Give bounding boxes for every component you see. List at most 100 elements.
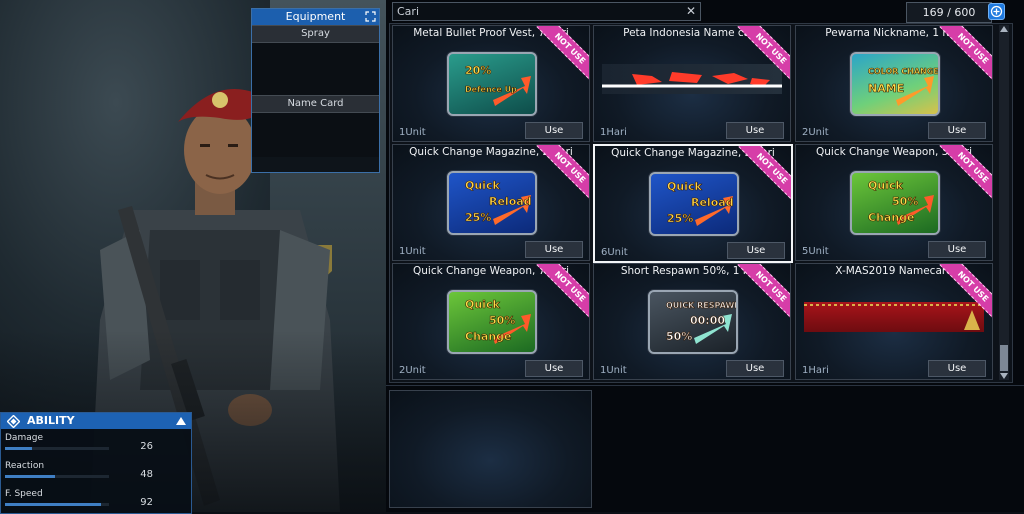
expand-icon[interactable]	[365, 11, 376, 22]
item-quantity: 2Unit	[802, 127, 829, 138]
svg-text:00:00: 00:00	[690, 314, 725, 327]
xmas-tree-icon	[804, 304, 984, 330]
use-button[interactable]: Use	[525, 360, 583, 377]
icon-art: Quick Reload 25%	[465, 179, 532, 225]
item-quantity: 5Unit	[802, 246, 829, 257]
svg-text:NAME: NAME	[868, 82, 904, 95]
ability-diamond-icon	[7, 415, 20, 428]
spray-slot-header: Spray	[252, 25, 379, 43]
ability-header[interactable]: ABILITY	[1, 413, 191, 429]
quick-change-weapon-icon: Quick 50% Change	[447, 290, 537, 354]
add-slot-button[interactable]	[988, 3, 1005, 20]
svg-text:Quick: Quick	[465, 179, 500, 192]
scroll-down-icon[interactable]	[999, 372, 1009, 380]
stat-fire-speed: F. Speed 92	[1, 485, 191, 513]
stat-bar-fill	[5, 503, 101, 506]
item-quantity: 1Hari	[802, 365, 829, 376]
svg-text:Change: Change	[868, 211, 915, 224]
name-card-slot-header: Name Card	[252, 95, 379, 113]
svg-text:Defence Up: Defence Up	[465, 85, 517, 94]
item-card[interactable]: Quick Change Magazine, 2 hari Quick Reload…	[392, 144, 590, 261]
quick-respawn-icon: QUICK RESPAWN 00:00 50%	[648, 290, 738, 354]
equipment-header: Equipment	[252, 9, 379, 25]
svg-text:Change: Change	[465, 330, 512, 343]
name-card-slot-label: Name Card	[287, 98, 344, 109]
equipment-title: Equipment	[285, 10, 346, 23]
use-button[interactable]: Use	[726, 360, 784, 377]
item-card[interactable]: Quick Change Magazine, 3 hari Quick Reload…	[593, 144, 793, 263]
icon-art: Quick Reload 25%	[667, 180, 734, 226]
scroll-up-icon[interactable]	[999, 25, 1009, 33]
item-card[interactable]: Peta Indonesia Name card NOT USE 1Hari Use	[593, 25, 791, 142]
stat-bar-fill	[5, 475, 55, 478]
map-shape-icon	[602, 72, 782, 88]
svg-text:Quick: Quick	[667, 180, 702, 193]
svg-text:25%: 25%	[667, 212, 693, 225]
svg-text:Reload: Reload	[691, 196, 734, 209]
search-input[interactable]: Cari ✕	[392, 2, 701, 21]
svg-text:Reload: Reload	[489, 195, 532, 208]
item-card[interactable]: Quick Change Weapon, 3 hari Quick 50% Chang…	[795, 144, 993, 261]
use-button[interactable]: Use	[525, 122, 583, 139]
item-quantity: 6Unit	[601, 247, 628, 258]
svg-text:50%: 50%	[489, 314, 515, 327]
item-preview-slot	[389, 390, 592, 508]
item-card[interactable]: Quick Change Weapon, 7 hari Quick 50% Chang…	[392, 263, 590, 380]
stat-bar-fill	[5, 447, 33, 450]
name-card-slot[interactable]	[252, 113, 379, 157]
collapse-arrow-icon[interactable]	[176, 417, 186, 425]
use-button[interactable]: Use	[928, 241, 986, 258]
inventory-panel: Cari ✕ 169 / 600 Metal Bullet Proof Vest…	[386, 0, 1024, 512]
svg-text:50%: 50%	[666, 330, 692, 343]
item-grid: Metal Bullet Proof Vest, 7 hari 20% Defenc…	[389, 23, 1013, 383]
icon-art: 20% Defence Up	[465, 64, 531, 106]
stat-label: F. Speed	[5, 489, 43, 499]
indonesia-map-namecard-icon	[602, 64, 782, 94]
item-quantity: 1Unit	[399, 127, 426, 138]
scroll-thumb[interactable]	[1000, 345, 1008, 371]
stat-value: 92	[140, 497, 153, 508]
inventory-counter: 169 / 600	[906, 2, 992, 23]
use-button[interactable]: Use	[928, 360, 986, 377]
stat-value: 48	[140, 469, 153, 480]
icon-art: Quick 50% Change	[868, 179, 934, 225]
item-card[interactable]: X-MAS2019 Namecard NOT USE 1Hari Use	[795, 263, 993, 380]
svg-text:25%: 25%	[465, 211, 491, 224]
defence-up-icon: 20% Defence Up	[447, 52, 537, 116]
item-card[interactable]: Short Respawn 50%, 1 hari QUICK RESPAWN 00…	[593, 263, 791, 380]
clear-search-icon[interactable]: ✕	[686, 4, 696, 18]
svg-text:20%: 20%	[465, 64, 491, 77]
spray-slot-label: Spray	[301, 28, 330, 39]
ability-panel: ABILITY Damage 26 Reaction 48 F. Speed 9…	[0, 412, 192, 514]
search-text: Cari	[397, 5, 419, 18]
stat-damage: Damage 26	[1, 429, 191, 457]
divider	[386, 385, 1024, 386]
svg-text:COLOR CHANGE: COLOR CHANGE	[868, 67, 938, 76]
svg-text:QUICK RESPAWN: QUICK RESPAWN	[666, 301, 736, 310]
stat-value: 26	[140, 441, 153, 452]
svg-text:Quick: Quick	[465, 298, 500, 311]
use-button[interactable]: Use	[928, 122, 986, 139]
quick-reload-icon: Quick Reload 25%	[649, 172, 739, 236]
item-grid-scrollbar[interactable]	[999, 25, 1009, 380]
stat-reaction: Reaction 48	[1, 457, 191, 485]
item-card[interactable]: Pewarna Nickname, 1 hari COLOR CHANGE NAME…	[795, 25, 993, 142]
item-card[interactable]: Metal Bullet Proof Vest, 7 hari 20% Defenc…	[392, 25, 590, 142]
stat-label: Reaction	[5, 461, 45, 471]
item-quantity: 1Unit	[600, 365, 627, 376]
icon-art: Quick 50% Change	[465, 298, 531, 344]
item-quantity: 1Hari	[600, 127, 627, 138]
spray-slot[interactable]	[252, 43, 379, 95]
use-button[interactable]: Use	[726, 122, 784, 139]
xmas-namecard-icon	[804, 302, 984, 332]
use-button[interactable]: Use	[727, 242, 785, 259]
icon-art: COLOR CHANGE NAME	[868, 67, 938, 106]
quick-change-weapon-icon: Quick 50% Change	[850, 171, 940, 235]
stat-label: Damage	[5, 433, 43, 443]
item-quantity: 1Unit	[399, 246, 426, 257]
stat-bar	[5, 503, 109, 506]
svg-text:Quick: Quick	[868, 179, 903, 192]
icon-art: QUICK RESPAWN 00:00 50%	[666, 301, 736, 344]
use-button[interactable]: Use	[525, 241, 583, 258]
ability-title: ABILITY	[27, 414, 75, 427]
